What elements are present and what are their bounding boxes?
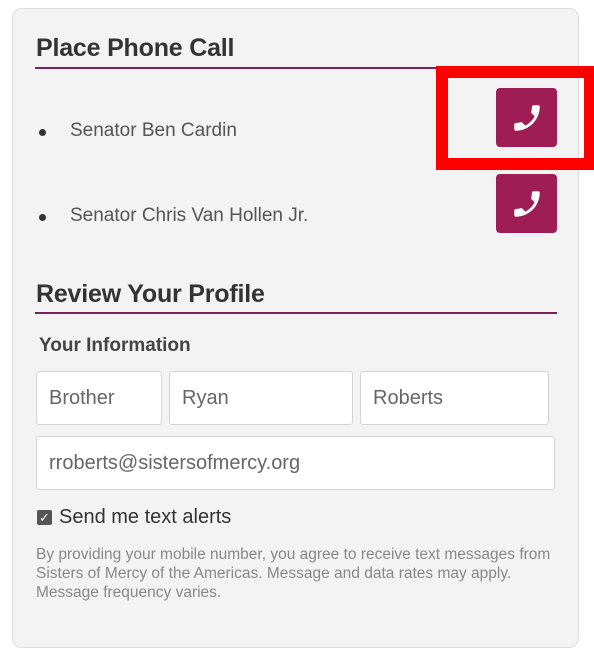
text-alerts-label: Send me text alerts xyxy=(59,506,232,528)
first-name-field[interactable] xyxy=(169,371,353,425)
last-name-field[interactable] xyxy=(360,371,549,425)
prefix-field[interactable] xyxy=(36,371,162,425)
phone-icon xyxy=(513,190,540,217)
senator-name-van-hollen: Senator Chris Van Hollen Jr. xyxy=(70,205,309,226)
email-field[interactable] xyxy=(36,436,555,490)
call-button-van-hollen[interactable] xyxy=(496,174,557,233)
sms-disclaimer: By providing your mobile number, you agr… xyxy=(36,546,551,601)
text-alerts-checkbox[interactable]: ✓ xyxy=(37,510,52,525)
highlight-annotation xyxy=(436,66,594,170)
bullet-icon xyxy=(39,214,46,221)
review-profile-title: Review Your Profile xyxy=(36,280,265,308)
place-call-title: Place Phone Call xyxy=(36,34,235,62)
text-alerts-row[interactable]: ✓ Send me text alerts xyxy=(37,506,231,529)
senator-name-cardin: Senator Ben Cardin xyxy=(70,120,237,141)
review-profile-divider xyxy=(35,312,557,314)
bullet-icon xyxy=(39,129,46,136)
your-information-label: Your Information xyxy=(39,335,191,356)
